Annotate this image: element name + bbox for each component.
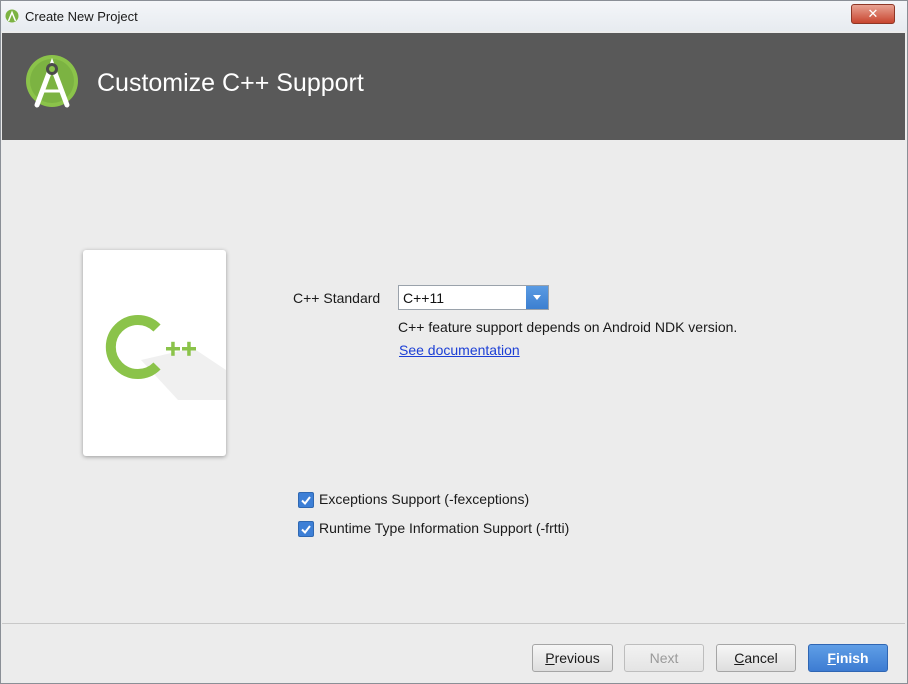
cpp-standard-value: C++11: [403, 290, 444, 306]
wizard-header: Customize C++ Support: [2, 33, 905, 140]
ndk-support-note: C++ feature support depends on Android N…: [398, 319, 738, 335]
previous-button[interactable]: Previous: [532, 644, 613, 672]
footer-divider: [2, 623, 905, 624]
page-title: Customize C++ Support: [97, 69, 364, 97]
cpp-preview-card: [83, 250, 226, 456]
dialog-window: Create New Project ✕ Customize C++ Suppo…: [0, 0, 908, 684]
next-button[interactable]: Next: [624, 644, 704, 672]
chevron-down-icon: [533, 295, 541, 300]
close-button[interactable]: ✕: [851, 4, 895, 24]
checkmark-icon: [301, 496, 311, 506]
window-title: Create New Project: [25, 9, 138, 24]
exceptions-support-checkbox[interactable]: [298, 492, 314, 508]
android-studio-icon: [5, 9, 19, 23]
rtti-support-checkbox[interactable]: [298, 521, 314, 537]
cpp-standard-label: C++ Standard: [293, 290, 381, 306]
close-icon: ✕: [867, 6, 879, 21]
see-documentation-link[interactable]: See documentation: [399, 342, 520, 358]
rtti-support-label: Runtime Type Information Support (-frtti…: [319, 520, 570, 536]
cancel-button[interactable]: Cancel: [716, 644, 796, 672]
title-bar[interactable]: Create New Project ✕: [1, 1, 907, 31]
checkmark-icon: [301, 525, 311, 535]
exceptions-support-label: Exceptions Support (-fexceptions): [319, 491, 530, 507]
dropdown-arrow-button[interactable]: [526, 286, 548, 309]
cpp-standard-dropdown[interactable]: C++11: [398, 285, 549, 310]
cpp-logo-icon: [105, 315, 226, 400]
android-studio-logo-icon: [26, 55, 78, 108]
finish-button[interactable]: Finish: [808, 644, 888, 672]
